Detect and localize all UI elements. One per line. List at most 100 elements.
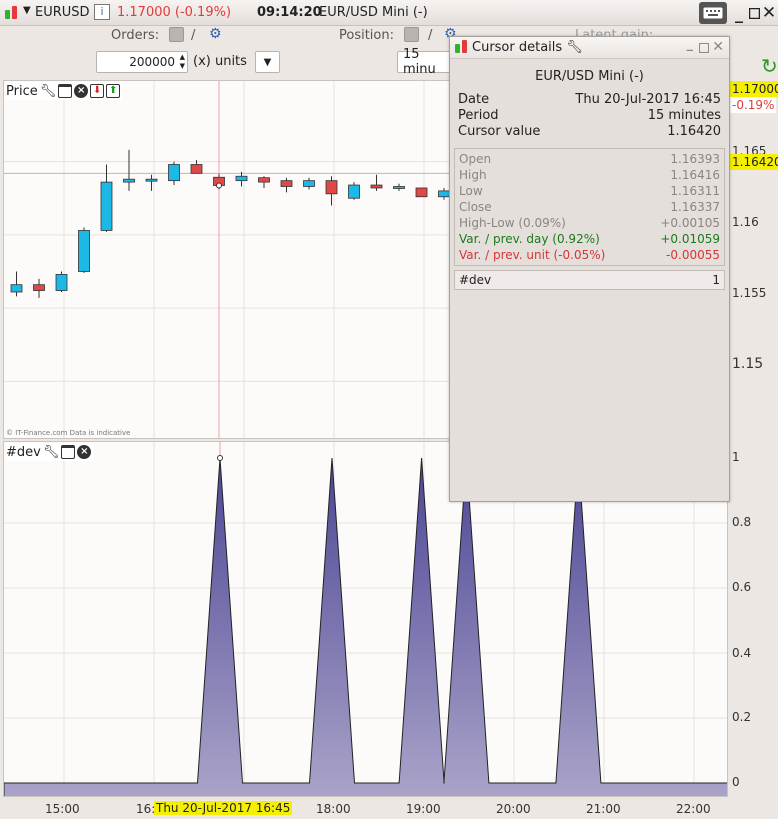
cursor-details-candlestick-icon: [453, 38, 469, 58]
period-selector[interactable]: 15 minu: [397, 47, 451, 77]
dev-window-icon[interactable]: [61, 445, 76, 459]
candlestick-icon: [3, 4, 19, 24]
low-value: 1.16311: [670, 184, 720, 198]
sell-arrow-icon[interactable]: ⬇: [90, 84, 105, 98]
candle-body-6: [145, 178, 158, 182]
ohlc-box: Open 1.16393 High 1.16416 Low 1.16311 Close…: [454, 148, 725, 266]
x-tick-1900: 19:00: [406, 802, 441, 816]
close-circle-icon[interactable]: ×: [74, 84, 89, 98]
x-tick-2000: 20:00: [496, 802, 531, 816]
dev-tick-0: 0: [732, 775, 740, 789]
candle-1: [33, 278, 45, 298]
candle-12: [280, 177, 293, 193]
x-tick-1800: 18:00: [316, 802, 351, 816]
var-prev-unit-row: Var. / prev. unit (-0.05%) -0.00055: [455, 247, 724, 263]
cursor-details-title: Cursor details: [472, 40, 563, 55]
price-panel-label: Price: [6, 83, 38, 99]
cursor-value-label: Cursor value: [458, 124, 541, 139]
candle-body-17: [393, 186, 405, 189]
dev-tick-0.4: 0.4: [732, 646, 752, 660]
cursor-details-window[interactable]: Cursor details 🔧︎ _ ✕ EUR/USD Mini (-) D…: [449, 36, 730, 502]
wrench-icon[interactable]: 🔧︎: [40, 84, 57, 99]
units-dropdown-button[interactable]: ▼: [255, 51, 280, 73]
position-toggle-icon[interactable]: [404, 27, 419, 42]
info-icon[interactable]: i: [94, 4, 110, 20]
quantity-stepper-icon[interactable]: ▲ ▼: [180, 53, 185, 71]
x-tick-2100: 21:00: [586, 802, 621, 816]
x-cursor-label: Thu 20-Jul-2017 16:45: [154, 801, 293, 815]
app-window: ▼ EURUSD i 1.17000 (-0.19%) 09:14:20 EUR…: [0, 0, 778, 819]
price-tick-4: 1.15: [732, 356, 764, 372]
candle-18: [415, 187, 428, 198]
cursor-details-wrench-icon[interactable]: 🔧︎: [566, 40, 583, 55]
candle-17: [393, 183, 405, 191]
high-label: High: [459, 168, 487, 182]
x-tick-1600: 16:: [136, 802, 156, 816]
high-low-value: +0.00105: [660, 216, 720, 230]
symbol-name[interactable]: EURUSD: [35, 5, 90, 20]
candle-2: [55, 271, 68, 293]
date-row: Date Thu 20-Jul-2017 16:45: [454, 92, 725, 108]
candle-body-12: [280, 180, 293, 187]
candle-body-3: [78, 230, 90, 272]
keyboard-icon[interactable]: [699, 2, 727, 24]
close-icon[interactable]: ✕: [762, 2, 776, 24]
candle-10: [235, 171, 248, 187]
candle-14: [325, 176, 338, 206]
dev-area-series: [4, 457, 727, 796]
candle-body-18: [415, 187, 428, 198]
dev-row: #dev 1: [455, 271, 724, 289]
last-price-tag: 1.17000: [730, 81, 778, 97]
window-icon[interactable]: [58, 84, 73, 98]
last-change-tag: -0.19%: [730, 97, 777, 113]
candle-body-14: [325, 180, 338, 195]
units-dropdown-label[interactable]: (x) units: [193, 54, 247, 69]
candle-body-13: [303, 180, 315, 187]
close-value: 1.16337: [670, 200, 720, 214]
dropdown-arrow-icon[interactable]: ▼: [23, 5, 31, 16]
open-row: Open 1.16393: [455, 151, 724, 167]
orders-settings-gear-icon[interactable]: ⚙: [209, 26, 222, 42]
quantity-input[interactable]: 200000 ▲ ▼: [96, 51, 188, 73]
dev-label: #dev: [459, 273, 492, 287]
minimize-icon[interactable]: _: [732, 2, 746, 24]
candle-11: [258, 176, 270, 188]
candle-body-8: [190, 164, 203, 174]
cursor-details-instrument: EUR/USD Mini (-): [535, 69, 644, 84]
open-value: 1.16393: [670, 152, 720, 166]
candle-body-15: [348, 184, 360, 199]
high-low-label: High-Low (0.09%): [459, 216, 566, 230]
candle-6: [145, 174, 158, 191]
buy-arrow-icon[interactable]: ⬆: [106, 84, 121, 98]
candle-body-7: [168, 164, 180, 182]
candle-0: [10, 271, 23, 297]
cursor-details-close-icon[interactable]: ✕: [712, 39, 724, 55]
date-value: Thu 20-Jul-2017 16:45: [575, 92, 721, 107]
dev-cursor-marker: [217, 455, 223, 461]
x-tick-1500: 15:00: [45, 802, 80, 816]
position-separator: /: [428, 28, 433, 43]
cursor-details-minimize-icon[interactable]: _: [687, 37, 694, 52]
candle-15: [348, 182, 360, 200]
cursor-details-titlebar[interactable]: Cursor details 🔧︎ _ ✕: [450, 37, 729, 59]
candle-16: [370, 174, 383, 191]
date-label: Date: [458, 92, 490, 107]
x-tick-2200: 22:00: [676, 802, 711, 816]
candle-body-16: [370, 184, 383, 189]
cursor-marker: [216, 182, 222, 189]
low-row: Low 1.16311: [455, 183, 724, 199]
high-low-row: High-Low (0.09%) +0.00105: [455, 215, 724, 231]
candle-body-5: [123, 178, 135, 183]
position-label: Position:: [339, 28, 394, 43]
candlestick-series: [10, 149, 450, 298]
var-prev-unit-label: Var. / prev. unit (-0.05%): [459, 248, 606, 262]
dev-wrench-icon[interactable]: 🔧︎: [43, 445, 60, 460]
cursor-details-maximize-icon[interactable]: [699, 42, 709, 57]
dev-close-circle-icon[interactable]: ×: [77, 445, 92, 459]
candle-body-19: [438, 190, 450, 198]
period-value: 15 minu: [403, 47, 436, 77]
cursor-value-row: Cursor value 1.16420: [454, 124, 725, 140]
maximize-icon[interactable]: [747, 2, 761, 24]
price-axis: ↻ 1.17000 -0.19% 1.165 1.16420 1.16 1.15…: [728, 54, 778, 800]
orders-toggle-icon[interactable]: [169, 27, 184, 42]
